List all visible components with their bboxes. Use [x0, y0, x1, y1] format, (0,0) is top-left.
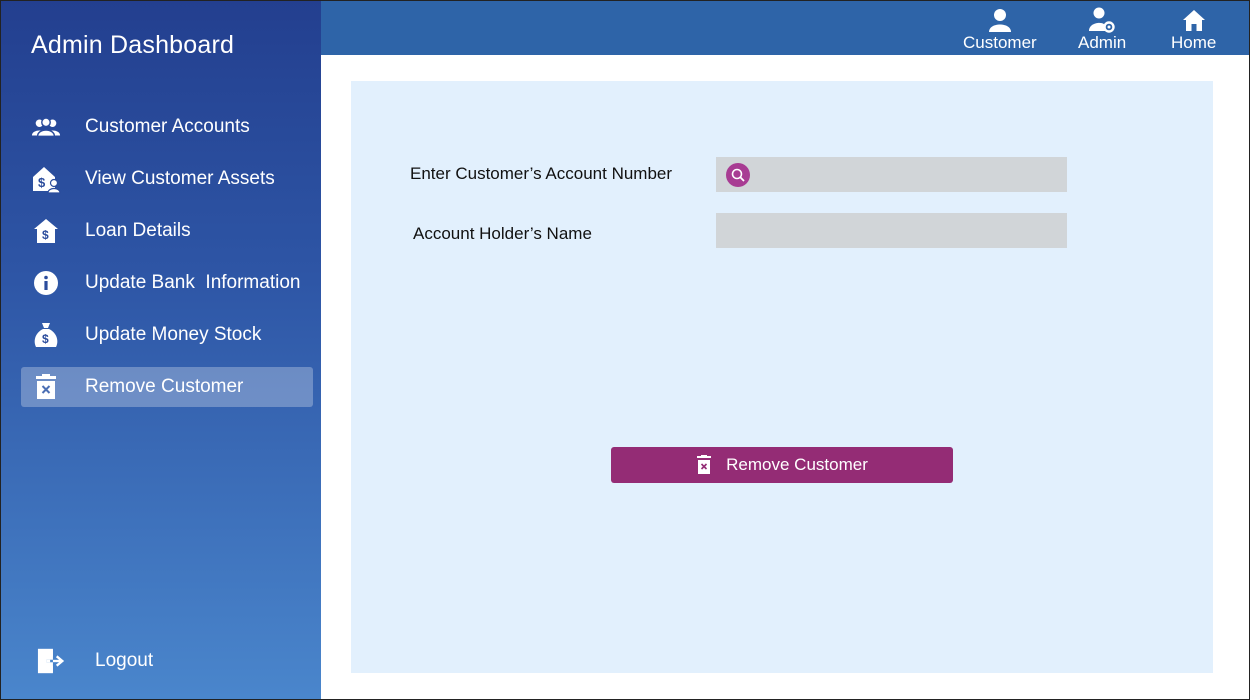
search-icon[interactable] — [726, 163, 750, 187]
remove-button-label: Remove Customer — [726, 455, 868, 474]
users-icon — [31, 112, 61, 142]
home-nav-label: Home — [1171, 33, 1217, 52]
admin-nav-label: Admin — [1078, 33, 1127, 52]
logout-label: Logout — [95, 650, 154, 671]
sidebar-item-update-bank-information[interactable]: Update Bank Information — [21, 263, 313, 303]
sidebar-nav: Customer Accounts $ View Customer Assets… — [1, 107, 321, 419]
sidebar-item-label: View Customer Assets — [85, 168, 275, 189]
top-bar: Customer Admin Home — [321, 1, 1249, 55]
sidebar-item-label: Loan Details — [85, 220, 191, 241]
holder-name-label: Account Holder’s Name — [413, 224, 592, 243]
trash-x-icon — [31, 372, 61, 402]
customer-nav-button[interactable]: Customer — [963, 7, 1037, 53]
logout-button[interactable]: Logout — [37, 641, 153, 681]
admin-nav-button[interactable]: Admin — [1078, 7, 1126, 53]
svg-text:$: $ — [38, 175, 46, 190]
customer-nav-label: Customer — [963, 33, 1037, 52]
sidebar-item-update-money-stock[interactable]: $ Update Money Stock — [21, 315, 313, 355]
sidebar-title: Admin Dashboard — [31, 31, 235, 59]
remove-customer-button[interactable]: Remove Customer — [611, 447, 953, 483]
info-icon — [31, 268, 61, 298]
sidebar-item-label: Customer Accounts — [85, 116, 250, 137]
user-icon — [987, 7, 1013, 33]
house-dollar-icon: $ — [31, 216, 61, 246]
sidebar: Admin Dashboard Customer Accounts $ View… — [1, 1, 321, 699]
money-bag-icon: $ — [31, 320, 61, 350]
holder-name-input[interactable] — [716, 213, 1067, 248]
svg-text:$: $ — [42, 228, 49, 242]
user-gear-icon — [1089, 7, 1115, 33]
sidebar-item-label: Update Money Stock — [85, 324, 262, 345]
sidebar-item-remove-customer[interactable]: Remove Customer — [21, 367, 313, 407]
sidebar-item-view-customer-assets[interactable]: $ View Customer Assets — [21, 159, 313, 199]
account-number-input[interactable] — [716, 157, 1067, 192]
money-house-user-icon: $ — [31, 164, 61, 194]
account-number-label: Enter Customer’s Account Number — [410, 164, 673, 183]
trash-x-icon — [696, 455, 712, 475]
home-nav-button[interactable]: Home — [1171, 7, 1216, 53]
sidebar-item-label: Remove Customer — [85, 376, 244, 397]
sidebar-item-loan-details[interactable]: $ Loan Details — [21, 211, 313, 251]
sidebar-item-customer-accounts[interactable]: Customer Accounts — [21, 107, 313, 147]
logout-icon — [37, 646, 67, 676]
svg-text:$: $ — [42, 332, 49, 346]
home-icon — [1181, 7, 1207, 33]
sidebar-item-label: Update Bank Information — [85, 272, 301, 293]
